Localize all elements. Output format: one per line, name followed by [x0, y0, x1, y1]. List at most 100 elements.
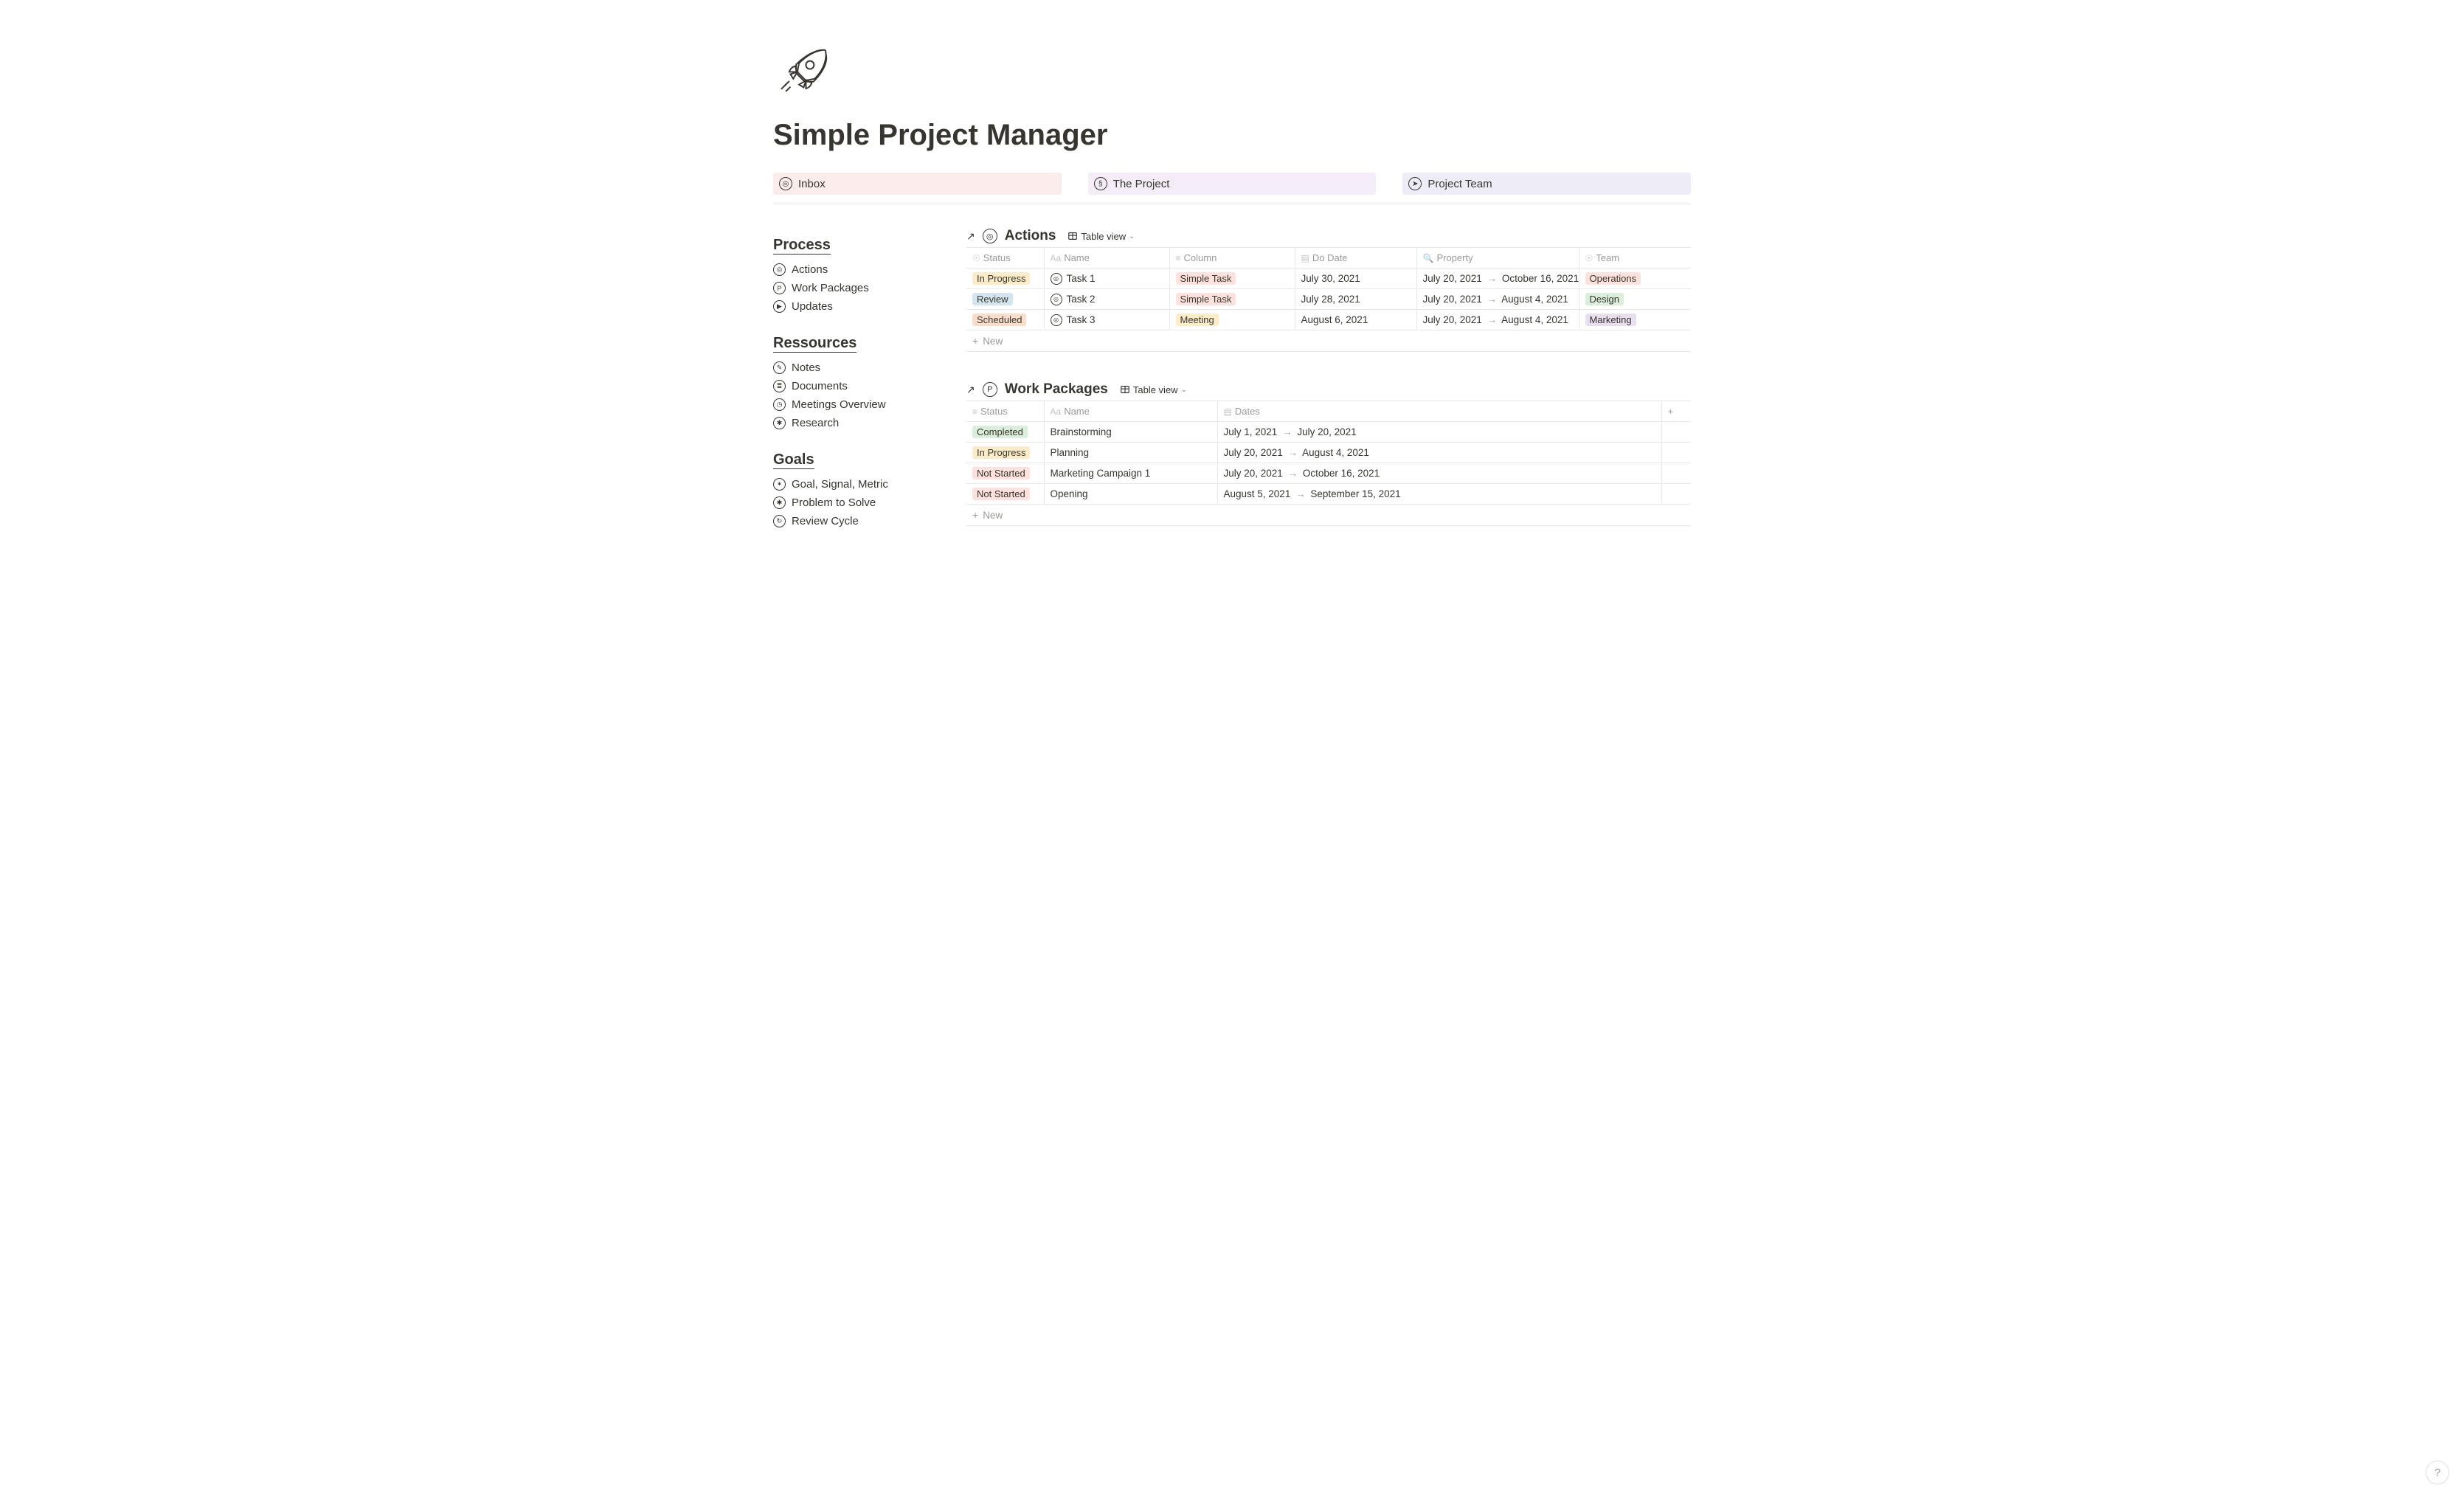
- add-column-button[interactable]: +: [1661, 401, 1691, 422]
- status-tag: Scheduled: [972, 314, 1026, 326]
- package-icon: P: [773, 282, 786, 294]
- date-icon: ▤: [1224, 406, 1232, 417]
- sidebar-item-review-cycle[interactable]: ↻ Review Cycle: [773, 512, 943, 530]
- sidebar-item-actions[interactable]: ◎ Actions: [773, 260, 943, 279]
- database-title[interactable]: Actions: [1005, 228, 1056, 244]
- column-tag: Simple Task: [1176, 293, 1236, 305]
- dates-cell: July 20, 2021 → August 4, 2021: [1217, 443, 1661, 463]
- view-label: Table view: [1133, 384, 1178, 395]
- sidebar-item-label: Notes: [792, 361, 820, 374]
- table-row[interactable]: Not Started Marketing Campaign 1July 20, …: [966, 463, 1691, 484]
- sidebar-item-label: Review Cycle: [792, 515, 859, 527]
- status-tag: In Progress: [972, 272, 1030, 285]
- sidebar: Process ◎ Actions P Work Packages ▶ Upda…: [773, 228, 943, 555]
- col-property[interactable]: 🔍Property: [1416, 248, 1579, 269]
- col-name[interactable]: AaName: [1044, 401, 1217, 422]
- property-cell: July 20, 2021 → August 4, 2021: [1416, 289, 1579, 310]
- table-row[interactable]: Completed BrainstormingJuly 1, 2021 → Jul…: [966, 422, 1691, 443]
- text-icon: Aa: [1051, 406, 1062, 417]
- sidebar-item-label: Work Packages: [792, 282, 869, 294]
- target-icon: ◎: [983, 229, 997, 243]
- col-dates[interactable]: ▤Dates: [1217, 401, 1661, 422]
- problem-icon: ✱: [773, 496, 786, 509]
- section-heading-process: Process: [773, 237, 831, 255]
- dates-cell: July 1, 2021 → July 20, 2021: [1217, 422, 1661, 443]
- select-icon: ≡: [972, 406, 977, 417]
- status-tag: Completed: [972, 426, 1028, 438]
- view-switcher[interactable]: Table view ⌄: [1067, 231, 1135, 242]
- team-tag: Marketing: [1585, 314, 1636, 326]
- property-cell: July 20, 2021 → August 4, 2021: [1416, 310, 1579, 330]
- cycle-icon: ↻: [773, 515, 786, 527]
- plus-icon: +: [1668, 406, 1674, 417]
- open-link-icon[interactable]: ↗: [966, 384, 975, 396]
- status-tag: Not Started: [972, 488, 1030, 500]
- sidebar-item-work-packages[interactable]: P Work Packages: [773, 279, 943, 297]
- status-tag: Not Started: [972, 467, 1030, 480]
- help-button[interactable]: ?: [2426, 1461, 2449, 1484]
- sidebar-item-label: Updates: [792, 300, 833, 313]
- database-title[interactable]: Work Packages: [1005, 381, 1108, 398]
- col-do-date[interactable]: ▤Do Date: [1295, 248, 1416, 269]
- quick-link-project[interactable]: § The Project: [1088, 173, 1377, 195]
- row-name: Task 3: [1067, 314, 1096, 325]
- new-row-button[interactable]: + New: [966, 505, 1691, 526]
- col-status[interactable]: ☉Status: [966, 248, 1044, 269]
- view-switcher[interactable]: Table view ⌄: [1120, 384, 1187, 395]
- sidebar-item-documents[interactable]: ≣ Documents: [773, 377, 943, 395]
- sidebar-item-label: Meetings Overview: [792, 398, 886, 411]
- col-status[interactable]: ≡Status: [966, 401, 1044, 422]
- row-name: Task 1: [1067, 273, 1096, 284]
- col-name[interactable]: AaName: [1044, 248, 1169, 269]
- plus-icon: +: [972, 335, 978, 347]
- text-icon: Aa: [1051, 253, 1062, 263]
- sidebar-item-label: Problem to Solve: [792, 496, 876, 509]
- sidebar-item-goal[interactable]: ✶ Goal, Signal, Metric: [773, 475, 943, 494]
- database-work-packages: ↗ P Work Packages Table view ⌄ ≡Status A: [966, 381, 1691, 526]
- quick-link-inbox[interactable]: ◎ Inbox: [773, 173, 1062, 195]
- new-row-button[interactable]: + New: [966, 330, 1691, 352]
- row-name: Task 2: [1067, 294, 1096, 305]
- search-icon: 🔍: [1423, 253, 1434, 263]
- property-cell: July 20, 2021 → October 16, 2021: [1416, 269, 1579, 289]
- table-row[interactable]: Review◎Task 2Simple TaskJuly 28, 2021Jul…: [966, 289, 1691, 310]
- status-icon: ☉: [972, 253, 980, 263]
- row-name: Marketing Campaign 1: [1044, 463, 1217, 484]
- sidebar-item-notes[interactable]: ✎ Notes: [773, 359, 943, 377]
- plus-icon: +: [972, 509, 978, 521]
- sidebar-item-problem[interactable]: ✱ Problem to Solve: [773, 494, 943, 512]
- new-row-label: New: [983, 336, 1003, 347]
- dates-cell: July 20, 2021 → October 16, 2021: [1217, 463, 1661, 484]
- sidebar-item-label: Actions: [792, 263, 828, 276]
- chevron-down-icon: ⌄: [1181, 386, 1187, 394]
- table-icon: [1120, 384, 1130, 395]
- table-row[interactable]: Scheduled◎Task 3MeetingAugust 6, 2021Jul…: [966, 310, 1691, 330]
- row-name: Planning: [1044, 443, 1217, 463]
- open-link-icon[interactable]: ↗: [966, 230, 975, 243]
- page-icon-rocket: [773, 44, 1691, 104]
- sidebar-item-research[interactable]: ✱ Research: [773, 414, 943, 432]
- sidebar-item-label: Goal, Signal, Metric: [792, 478, 888, 491]
- status-tag: In Progress: [972, 446, 1030, 459]
- col-column[interactable]: ≡Column: [1169, 248, 1295, 269]
- team-tag: Design: [1585, 293, 1624, 305]
- sidebar-item-meetings[interactable]: ◷ Meetings Overview: [773, 395, 943, 414]
- quick-link-team[interactable]: ➤ Project Team: [1402, 173, 1691, 195]
- col-team[interactable]: ☉Team: [1579, 248, 1691, 269]
- table-row[interactable]: In Progress◎Task 1Simple TaskJuly 30, 20…: [966, 269, 1691, 289]
- do-date-cell: July 30, 2021: [1295, 269, 1416, 289]
- quick-link-label: Inbox: [798, 178, 826, 190]
- table-row[interactable]: Not StartedOpeningAugust 5, 2021 → Septe…: [966, 484, 1691, 505]
- sidebar-item-updates[interactable]: ▶ Updates: [773, 297, 943, 316]
- package-icon: P: [983, 382, 997, 397]
- column-tag: Meeting: [1176, 314, 1219, 326]
- goal-icon: ✶: [773, 478, 786, 491]
- actions-table: ☉Status AaName ≡Column ▤Do Date 🔍Propert…: [966, 247, 1691, 330]
- table-row[interactable]: In Progress PlanningJuly 20, 2021 → Augus…: [966, 443, 1691, 463]
- section-heading-goals: Goals: [773, 451, 814, 469]
- column-tag: Simple Task: [1176, 272, 1236, 285]
- row-name: Brainstorming: [1044, 422, 1217, 443]
- date-icon: ▤: [1301, 253, 1309, 263]
- target-icon: ◎: [773, 263, 786, 276]
- table-icon: [1067, 231, 1078, 241]
